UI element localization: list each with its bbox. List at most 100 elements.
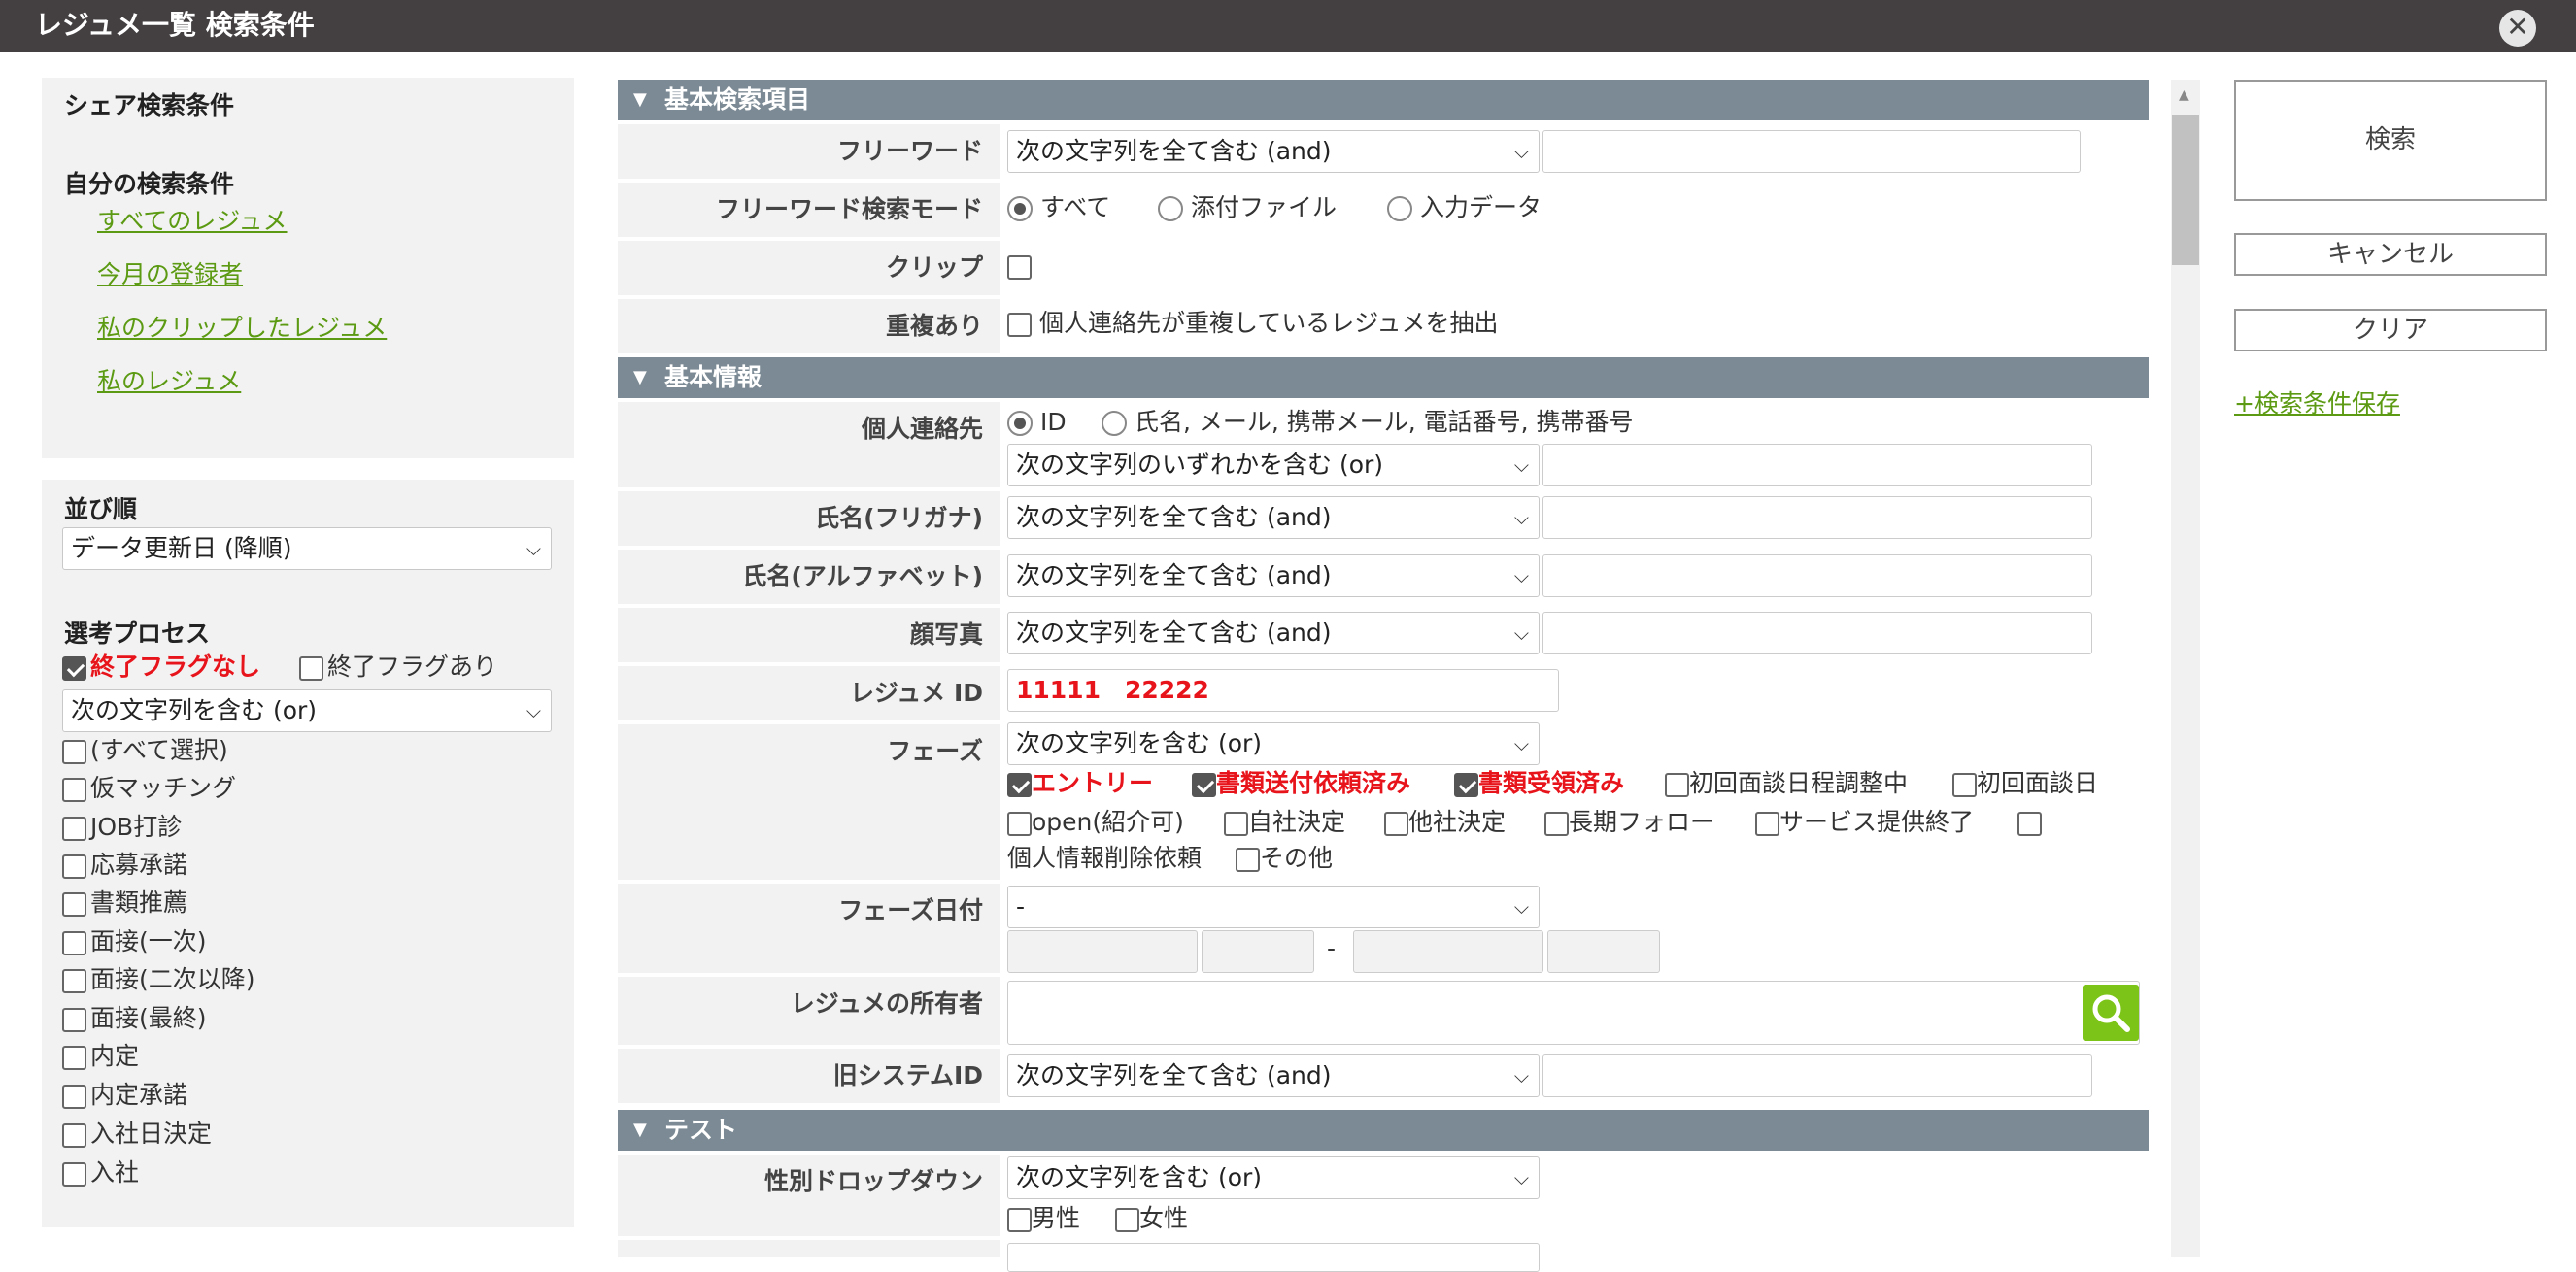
chevron-down-icon: ⌵	[525, 537, 541, 560]
process-mode-select[interactable]: 次の文字列を含む (or) ⌵	[62, 689, 552, 732]
phase-other-checkbox[interactable]: その他	[1236, 844, 1333, 873]
name-alpha-mode-select[interactable]: 次の文字列を全て含む (and) ⌵	[1007, 554, 1540, 597]
process-item[interactable]: JOB打診	[62, 813, 182, 842]
phase-label: フェーズ	[618, 724, 1000, 880]
phase-date-to-time[interactable]	[1547, 930, 1660, 973]
search-icon[interactable]	[2083, 985, 2139, 1041]
process-item[interactable]: 面接(二次以降)	[62, 965, 255, 994]
link-all-resumes[interactable]: すべてのレジュメ	[97, 202, 288, 237]
contact-label: 個人連絡先	[618, 402, 1000, 487]
clip-checkbox[interactable]	[1007, 251, 1032, 281]
chevron-down-icon: ⌵	[1513, 140, 1529, 163]
process-item[interactable]: 面接(一次)	[62, 927, 207, 956]
date-range-separator: -	[1327, 934, 1337, 962]
old-system-id-label: 旧システムID	[618, 1049, 1000, 1103]
next-row-label	[618, 1240, 1000, 1257]
chevron-down-icon: ⌵	[1513, 621, 1529, 645]
owner-label: レジュメの所有者	[618, 977, 1000, 1045]
chevron-down-icon: ⌵	[1513, 895, 1529, 919]
name-kana-input[interactable]	[1542, 496, 2092, 539]
contact-id-radio[interactable]: ID	[1007, 408, 1067, 437]
phase-date-from-date[interactable]	[1007, 930, 1198, 973]
collapse-triangle-icon: ▼	[633, 1120, 647, 1140]
phase-mode-select[interactable]: 次の文字列を含む (or) ⌵	[1007, 722, 1540, 765]
flag-exist-checkbox[interactable]: 終了フラグあり	[299, 653, 497, 682]
section-basic-info[interactable]: ▼ 基本情報	[618, 357, 2149, 398]
chevron-down-icon: ⌵	[1513, 564, 1529, 587]
process-item[interactable]: (すべて選択)	[62, 736, 228, 765]
sort-label: 並び順	[64, 495, 138, 523]
chevron-down-icon: ⌵	[525, 699, 541, 722]
contact-mode-select[interactable]: 次の文字列のいずれかを含む (or) ⌵	[1007, 444, 1540, 486]
close-icon[interactable]: ✕	[2499, 10, 2536, 47]
phase-date-to-date[interactable]	[1353, 930, 1543, 973]
process-item[interactable]: 書類推薦	[62, 888, 187, 918]
freeword-mode-select[interactable]: 次の文字列を全て含む (and) ⌵	[1007, 130, 1540, 173]
phase-checkbox[interactable]: 初回面談日	[1952, 769, 2098, 798]
link-my-clipped-resumes[interactable]: 私のクリップしたレジュメ	[97, 309, 387, 344]
chevron-down-icon: ⌵	[1513, 732, 1529, 755]
old-system-id-input[interactable]	[1542, 1054, 2092, 1097]
flag-none-checkbox[interactable]: 終了フラグなし	[62, 653, 260, 682]
section-test[interactable]: ▼ テスト	[618, 1110, 2149, 1151]
name-kana-mode-select[interactable]: 次の文字列を全て含む (and) ⌵	[1007, 496, 1540, 539]
owner-input[interactable]	[1007, 981, 2140, 1045]
process-item[interactable]: 応募承諾	[62, 851, 187, 880]
collapse-triangle-icon: ▼	[633, 89, 647, 110]
search-mode-attachment-radio[interactable]: 添付ファイル	[1158, 193, 1337, 222]
name-alpha-label: 氏名(アルファベット)	[618, 550, 1000, 604]
phase-checkbox[interactable]: 長期フォロー	[1544, 808, 1714, 837]
window-title: レジュメ一覧 検索条件	[35, 9, 315, 41]
process-item[interactable]: 内定承諾	[62, 1081, 187, 1110]
phase-checkbox[interactable]: open(紹介可)	[1007, 808, 1184, 837]
resume-id-input[interactable]: 11111 22222	[1007, 669, 1559, 712]
gender-female-checkbox[interactable]: 女性	[1115, 1204, 1188, 1233]
phase-checkbox[interactable]: 他社決定	[1384, 808, 1506, 837]
process-item[interactable]: 入社日決定	[62, 1120, 212, 1149]
gender-label: 性別ドロップダウン	[618, 1155, 1000, 1236]
search-button[interactable]: 検索	[2234, 80, 2547, 201]
section-basic-search[interactable]: ▼ 基本検索項目	[618, 80, 2149, 120]
search-mode-input-radio[interactable]: 入力データ	[1387, 193, 1542, 222]
chevron-down-icon: ⌵	[1513, 1064, 1529, 1088]
process-item[interactable]: 入社	[62, 1158, 139, 1188]
phase-doc-received-checkbox[interactable]: 書類受領済み	[1454, 769, 1624, 798]
freeword-search-mode-label: フリーワード検索モード	[618, 183, 1000, 237]
process-item[interactable]: 内定	[62, 1042, 139, 1071]
link-registered-this-month[interactable]: 今月の登録者	[97, 255, 243, 290]
cancel-button[interactable]: キャンセル	[2234, 233, 2547, 276]
phase-date-label: フェーズ日付	[618, 884, 1000, 973]
gender-mode-select[interactable]: 次の文字列を含む (or) ⌵	[1007, 1156, 1540, 1199]
process-item[interactable]: 面接(最終)	[62, 1004, 207, 1033]
chevron-down-icon: ⌵	[1513, 1166, 1529, 1189]
scroll-up-arrow-icon[interactable]: ▲	[2179, 87, 2189, 103]
contact-name-radio[interactable]: 氏名, メール, 携帯メール, 電話番号, 携帯番号	[1102, 408, 1634, 437]
name-kana-label: 氏名(フリガナ)	[618, 491, 1000, 546]
phase-date-from-time[interactable]	[1202, 930, 1314, 973]
phase-date-select[interactable]: - ⌵	[1007, 886, 1540, 928]
duplicate-checkbox[interactable]: 個人連絡先が重複しているレジュメを抽出	[1007, 309, 1498, 338]
save-condition-link[interactable]: +検索条件保存	[2234, 385, 2400, 419]
gender-male-checkbox[interactable]: 男性	[1007, 1204, 1080, 1233]
phase-checkbox[interactable]: サービス提供終了	[1755, 808, 1974, 837]
photo-input[interactable]	[1542, 612, 2092, 654]
name-alpha-input[interactable]	[1542, 554, 2092, 597]
next-row-input[interactable]	[1007, 1243, 1540, 1272]
photo-mode-select[interactable]: 次の文字列を全て含む (and) ⌵	[1007, 612, 1540, 654]
phase-checkbox[interactable]	[2017, 808, 2042, 837]
contact-input[interactable]	[1542, 444, 2092, 486]
freeword-input[interactable]	[1542, 130, 2081, 173]
phase-entry-checkbox[interactable]: エントリー	[1007, 769, 1153, 798]
scrollbar-thumb[interactable]	[2172, 115, 2199, 265]
old-system-id-mode-select[interactable]: 次の文字列を全て含む (and) ⌵	[1007, 1054, 1540, 1097]
clear-button[interactable]: クリア	[2234, 309, 2547, 351]
phase-doc-request-checkbox[interactable]: 書類送付依頼済み	[1192, 769, 1410, 798]
process-item[interactable]: 仮マッチング	[62, 774, 236, 803]
freeword-label: フリーワード	[618, 124, 1000, 179]
phase-checkbox[interactable]: 初回面談日程調整中	[1665, 769, 1908, 798]
collapse-triangle-icon: ▼	[633, 367, 647, 387]
search-mode-all-radio[interactable]: すべて	[1007, 193, 1110, 222]
link-my-resumes[interactable]: 私のレジュメ	[97, 362, 241, 397]
phase-checkbox[interactable]: 自社決定	[1224, 808, 1345, 837]
sort-select[interactable]: データ更新日 (降順) ⌵	[62, 527, 552, 570]
